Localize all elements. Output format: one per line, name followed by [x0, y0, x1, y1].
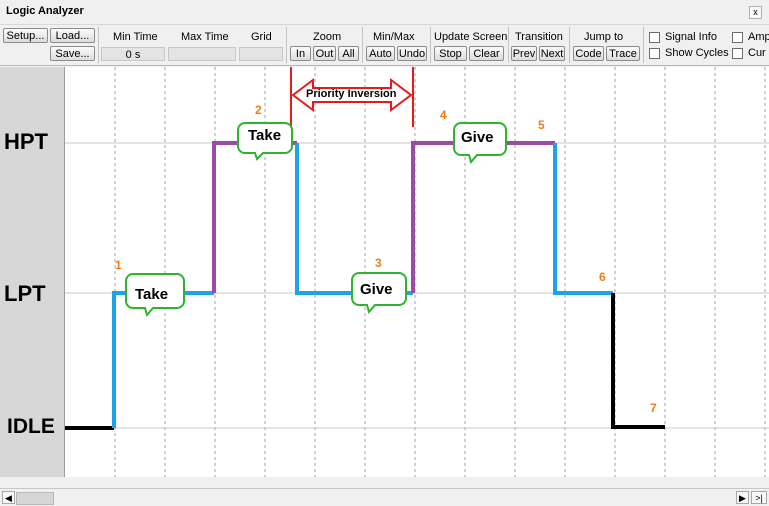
step-number-1: 1	[115, 258, 122, 272]
scroll-right-button[interactable]: ▶	[736, 491, 749, 504]
jump-trace-button[interactable]: Trace	[606, 46, 640, 61]
zoom-label: Zoom	[313, 31, 342, 43]
cur-label: Cur	[748, 47, 766, 59]
title-bar: Logic Analyzer x	[0, 0, 769, 25]
trace-lpt-2	[295, 143, 413, 295]
signal-info-label: Signal Info	[665, 31, 717, 43]
step-number-3: 3	[375, 256, 382, 270]
zoom-out-button[interactable]: Out	[313, 46, 336, 61]
step-number-2: 2	[255, 103, 262, 117]
grid-label: Grid	[251, 31, 272, 43]
amp-checkbox[interactable]	[732, 32, 743, 43]
signal-label-idle[interactable]: IDLE	[7, 415, 55, 439]
separator	[508, 27, 509, 63]
step-number-7: 7	[650, 401, 657, 415]
separator	[430, 27, 431, 63]
max-time-value	[168, 47, 236, 61]
jump-code-button[interactable]: Code	[573, 46, 604, 61]
callout-give-4-text: Give	[461, 129, 494, 146]
trace-hpt-1	[212, 141, 297, 293]
min-time-value: 0 s	[101, 47, 165, 61]
zoom-all-button[interactable]: All	[338, 46, 359, 61]
priority-inversion-label: Priority Inversion	[306, 88, 397, 100]
clear-button[interactable]: Clear	[469, 46, 504, 61]
update-screen-label: Update Screen	[434, 31, 508, 43]
transition-label: Transition	[515, 31, 563, 43]
zoom-in-button[interactable]: In	[290, 46, 311, 61]
next-button[interactable]: Next	[539, 46, 565, 61]
save-button[interactable]: Save...	[50, 46, 95, 61]
separator	[286, 27, 287, 63]
scroll-left-icon: ◀	[5, 493, 12, 503]
undo-button[interactable]: Undo	[397, 46, 427, 61]
step-number-5: 5	[538, 118, 545, 132]
scroll-right-icon: ▶	[739, 493, 746, 503]
signal-info-checkbox[interactable]	[649, 32, 660, 43]
trace-hpt-2	[411, 141, 555, 293]
trace-idle-end	[611, 293, 665, 429]
callout-give-3-text: Give	[360, 281, 393, 298]
step-number-4: 4	[440, 108, 447, 122]
close-button[interactable]: x	[749, 6, 762, 19]
separator	[643, 27, 644, 63]
scroll-thumb[interactable]	[16, 492, 54, 505]
waveform-area[interactable]: Priority Inversion Take Take Give Give 1…	[65, 67, 769, 477]
trace-lpt-1	[112, 291, 214, 428]
signal-label-lpt[interactable]: LPT	[4, 281, 46, 307]
auto-button[interactable]: Auto	[366, 46, 395, 61]
show-cycles-label: Show Cycles	[665, 47, 729, 59]
grid-value	[239, 47, 283, 61]
callout-take-2-text: Take	[248, 127, 282, 144]
max-time-label: Max Time	[181, 31, 229, 43]
step-number-6: 6	[599, 270, 606, 284]
setup-button[interactable]: Setup...	[3, 28, 48, 43]
amp-label: Amp	[748, 31, 769, 43]
prev-button[interactable]: Prev	[511, 46, 537, 61]
cur-checkbox[interactable]	[732, 48, 743, 59]
horizontal-scrollbar[interactable]: ◀ ▶ >|	[0, 488, 769, 506]
separator	[98, 27, 99, 63]
load-button[interactable]: Load...	[50, 28, 95, 43]
minmax-label: Min/Max	[373, 31, 415, 43]
close-icon[interactable]: x	[753, 7, 758, 17]
waveform-svg	[65, 67, 769, 477]
separator	[362, 27, 363, 63]
separator	[569, 27, 570, 63]
stop-button[interactable]: Stop	[434, 46, 467, 61]
scroll-left-button[interactable]: ◀	[2, 491, 15, 504]
scroll-end-button[interactable]: >|	[751, 491, 767, 504]
toolbar: Setup... Load... Save... Min Time 0 s Ma…	[0, 25, 769, 66]
show-cycles-checkbox[interactable]	[649, 48, 660, 59]
callout-take-1-text: Take	[135, 286, 169, 303]
jump-to-label: Jump to	[584, 31, 624, 43]
signal-label-hpt[interactable]: HPT	[4, 129, 48, 155]
scroll-end-icon: >|	[755, 493, 763, 503]
signal-name-panel: HPT LPT IDLE	[0, 67, 65, 477]
window-title: Logic Analyzer	[6, 5, 84, 17]
min-time-label: Min Time	[113, 31, 158, 43]
